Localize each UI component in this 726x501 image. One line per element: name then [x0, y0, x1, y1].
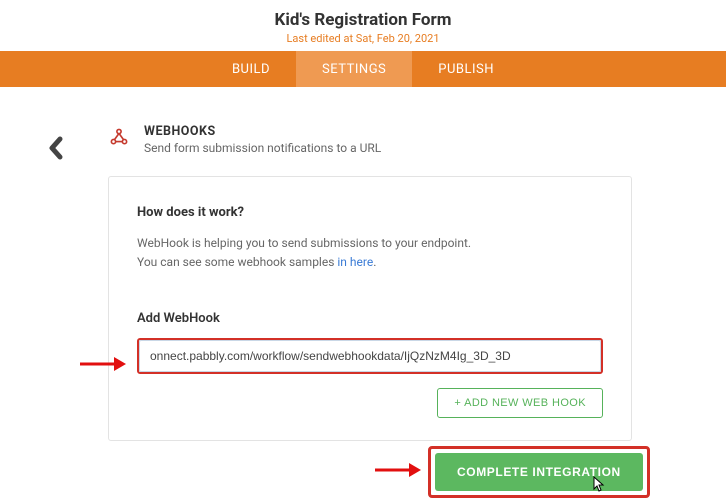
back-button[interactable]: [48, 136, 64, 160]
add-new-webhook-button[interactable]: + ADD NEW WEB HOOK: [437, 388, 603, 418]
tab-settings[interactable]: SETTINGS: [296, 51, 412, 87]
how-line2-post: .: [373, 255, 376, 269]
section-header: WEBHOOKS Send form submission notificati…: [108, 124, 381, 155]
complete-integration-button[interactable]: COMPLETE INTEGRATION: [435, 453, 643, 491]
how-line2-pre: You can see some webhook samples: [137, 255, 337, 269]
chevron-left-icon: [48, 136, 64, 160]
last-edited-label: Last edited at Sat, Feb 20, 2021: [0, 32, 726, 45]
form-title: Kid's Registration Form: [0, 10, 726, 30]
samples-link[interactable]: in here: [337, 255, 373, 269]
page-header: Kid's Registration Form Last edited at S…: [0, 0, 726, 51]
url-highlight-box: [137, 338, 603, 374]
section-title: WEBHOOKS: [144, 124, 381, 139]
tab-bar: BUILD SETTINGS PUBLISH: [0, 51, 726, 87]
add-webhook-title: Add WebHook: [137, 311, 603, 326]
section-subtitle: Send form submission notifications to a …: [144, 141, 381, 155]
how-it-works-desc: WebHook is helping you to send submissio…: [137, 234, 603, 271]
webhook-panel: How does it work? WebHook is helping you…: [108, 176, 632, 441]
tab-build[interactable]: BUILD: [206, 51, 296, 87]
complete-integration-label: COMPLETE INTEGRATION: [457, 465, 621, 479]
webhook-icon: [108, 126, 130, 148]
webhook-url-input[interactable]: [139, 340, 601, 372]
how-it-works-title: How does it work?: [137, 205, 603, 220]
tab-publish[interactable]: PUBLISH: [412, 51, 520, 87]
how-line1: WebHook is helping you to send submissio…: [137, 236, 471, 250]
annotation-arrow-icon: [373, 460, 421, 480]
complete-highlight-box: COMPLETE INTEGRATION: [428, 446, 650, 498]
